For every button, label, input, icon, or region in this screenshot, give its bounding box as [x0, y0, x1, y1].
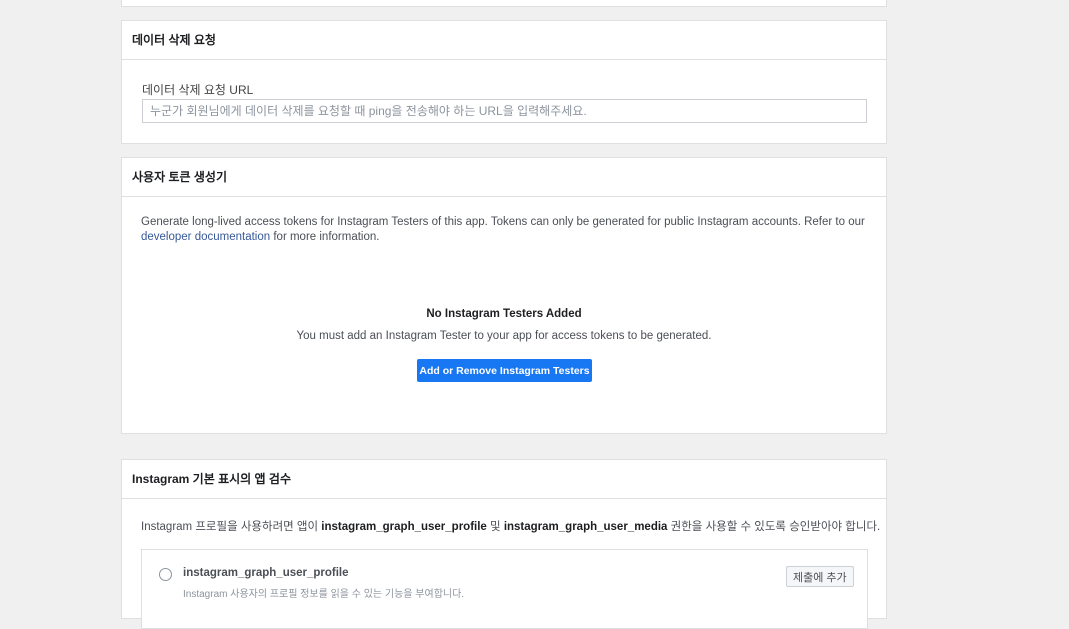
permission-profile-name: instagram_graph_user_profile — [321, 521, 487, 533]
permission-title: instagram_graph_user_profile — [183, 567, 349, 579]
no-testers-title: No Instagram Testers Added — [426, 308, 582, 320]
previous-panel-bottom — [121, 0, 887, 7]
app-review-description: Instagram 프로필을 사용하려면 앱이 instagram_graph_… — [141, 518, 880, 534]
review-desc-part3: 권한을 사용할 수 있도록 승인받아야 합니다. — [667, 521, 881, 533]
permission-item: instagram_graph_user_profile Instagram 사… — [141, 549, 868, 629]
no-testers-subtitle: You must add an Instagram Tester to your… — [296, 330, 712, 342]
description-text: Generate long-lived access tokens for In… — [141, 216, 865, 228]
permission-radio[interactable] — [159, 568, 172, 581]
add-remove-testers-button[interactable]: Add or Remove Instagram Testers — [417, 359, 592, 382]
description-text-end: for more information. — [270, 231, 380, 243]
data-deletion-url-input[interactable] — [142, 99, 867, 123]
app-review-header: Instagram 기본 표시의 앱 검수 — [122, 460, 886, 499]
token-generator-description: Generate long-lived access tokens for In… — [141, 215, 866, 245]
data-deletion-header: 데이터 삭제 요청 — [122, 21, 886, 60]
add-to-submission-button[interactable]: 제출에 추가 — [786, 566, 854, 587]
data-deletion-url-label: 데이터 삭제 요청 URL — [142, 83, 254, 97]
app-review-panel: Instagram 기본 표시의 앱 검수 Instagram 프로필을 사용하… — [121, 459, 887, 629]
permission-description: Instagram 사용자의 프로필 정보를 읽을 수 있는 기능을 부여합니다… — [183, 589, 465, 600]
user-token-generator-header: 사용자 토큰 생성기 — [122, 158, 886, 197]
review-desc-part2: 및 — [486, 521, 504, 533]
developer-documentation-link[interactable]: developer documentation — [141, 231, 270, 243]
permission-media-name: instagram_graph_user_media — [503, 521, 668, 533]
data-deletion-panel: 데이터 삭제 요청 데이터 삭제 요청 URL — [121, 20, 887, 144]
review-desc-part1: Instagram 프로필을 사용하려면 앱이 — [141, 521, 322, 533]
user-token-generator-panel: 사용자 토큰 생성기 Generate long-lived access to… — [121, 157, 887, 434]
